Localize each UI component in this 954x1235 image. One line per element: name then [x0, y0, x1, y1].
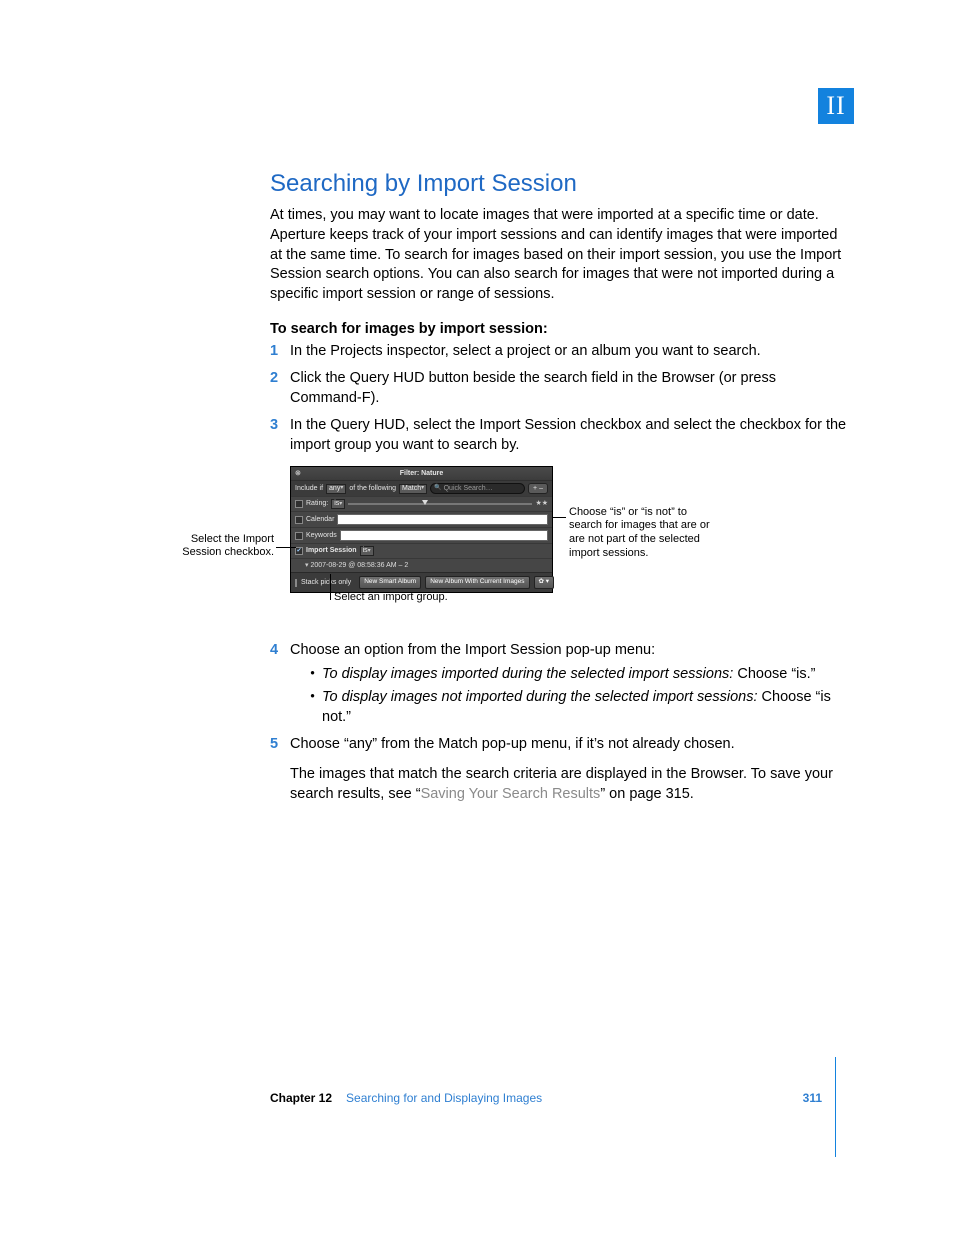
step-4-bullet-1-lead: To display images imported during the se… [322, 666, 733, 682]
import-session-checkbox[interactable] [295, 547, 303, 555]
hud-include-row: Include if any of the following Match Qu… [291, 480, 552, 496]
page-footer: Chapter 12 Searching for and Displaying … [270, 1091, 822, 1105]
gear-menu-button[interactable]: ✿ ▾ [534, 576, 554, 589]
any-popup[interactable]: any [326, 484, 346, 494]
rating-slider[interactable] [348, 499, 532, 509]
chapter-number: Chapter 12 [270, 1091, 332, 1105]
step-3-text: In the Query HUD, select the Import Sess… [290, 417, 846, 453]
main-content: Searching by Import Session At times, yo… [270, 168, 850, 804]
step-3: 3In the Query HUD, select the Import Ses… [270, 416, 850, 455]
callout-left: Select the Import Session checkbox. [150, 533, 290, 561]
step-4-bullet-2: To display images not imported during th… [310, 688, 850, 727]
query-hud-figure: Select the Import Session checkbox. ⊗ Fi… [290, 466, 850, 630]
match-popup[interactable]: Match [399, 484, 427, 494]
xref-saving-results[interactable]: Saving Your Search Results [421, 786, 601, 802]
calendar-label: Calendar [306, 515, 334, 524]
hud-title: Filter: Nature [400, 470, 444, 477]
section-heading: Searching by Import Session [270, 168, 850, 200]
import-session-label: Import Session [306, 546, 357, 555]
step-1: 1In the Projects inspector, select a pro… [270, 342, 850, 362]
hud-keywords-row: Keywords [291, 527, 552, 543]
step-4-text: Choose an option from the Import Session… [290, 642, 655, 658]
calendar-checkbox[interactable] [295, 516, 303, 524]
import-session-popup[interactable]: is [360, 546, 374, 556]
hud-import-session-row: Import Session is [291, 543, 552, 558]
stack-picks-label: Stack picks only [301, 578, 351, 587]
rating-checkbox[interactable] [295, 500, 303, 508]
rating-label: Rating: [306, 499, 328, 508]
of-following-label: of the following [349, 484, 396, 493]
hud-calendar-row: Calendar [291, 511, 552, 527]
step-4-bullet-2-lead: To display images not imported during th… [322, 689, 758, 705]
intro-paragraph: At times, you may want to locate images … [270, 206, 850, 304]
callout-right: Choose “is” or “is not” to search for im… [553, 506, 713, 561]
page-number: 311 [803, 1091, 822, 1105]
keywords-field[interactable] [340, 530, 548, 541]
step-4-bullet-1-rest: Choose “is.” [733, 666, 815, 682]
step-4: 4 Choose an option from the Import Sessi… [270, 641, 850, 727]
include-if-label: Include if [295, 484, 323, 493]
add-remove-button[interactable]: + – [528, 483, 548, 494]
new-smart-album-button[interactable]: New Smart Album [359, 576, 421, 589]
chapter-name: Searching for and Displaying Images [346, 1091, 803, 1105]
steps-list-continued: 4 Choose an option from the Import Sessi… [270, 641, 850, 755]
right-margin-rule [835, 1057, 836, 1157]
new-album-button[interactable]: New Album With Current Images [425, 576, 529, 589]
callout-bottom: Select an import group. [334, 591, 448, 605]
rating-stars: ★★ [535, 499, 548, 508]
step-2: 2Click the Query HUD button beside the s… [270, 369, 850, 408]
callout-left-line [276, 547, 296, 548]
steps-list: 1In the Projects inspector, select a pro… [270, 342, 850, 456]
step-2-text: Click the Query HUD button beside the se… [290, 370, 776, 406]
result-after: ” on page 315. [600, 786, 694, 802]
step-1-text: In the Projects inspector, select a proj… [290, 343, 761, 359]
keywords-checkbox[interactable] [295, 532, 303, 540]
stack-picks-checkbox[interactable] [295, 579, 297, 587]
step-4-bullet-1: To display images imported during the se… [310, 665, 850, 685]
keywords-label: Keywords [306, 531, 337, 540]
rating-popup[interactable]: is [331, 499, 345, 509]
import-group-item[interactable]: 2007-08-29 @ 08:58:36 AM – 2 [291, 558, 552, 572]
step-4-bullets: To display images imported during the se… [290, 665, 850, 728]
step-5: 5Choose “any” from the Match pop-up menu… [270, 735, 850, 755]
calendar-field[interactable] [337, 514, 548, 525]
result-paragraph: The images that match the search criteri… [270, 765, 850, 804]
task-heading: To search for images by import session: [270, 320, 850, 340]
callout-bottom-line [330, 574, 331, 600]
part-tab: II [818, 88, 854, 124]
close-icon[interactable]: ⊗ [295, 469, 301, 478]
search-input[interactable]: Quick Search… [430, 483, 525, 494]
callout-right-line [553, 517, 566, 518]
hud-titlebar: ⊗ Filter: Nature [291, 467, 552, 480]
step-5-text: Choose “any” from the Match pop-up menu,… [290, 736, 735, 752]
hud-rating-row: Rating: is ★★ [291, 496, 552, 511]
